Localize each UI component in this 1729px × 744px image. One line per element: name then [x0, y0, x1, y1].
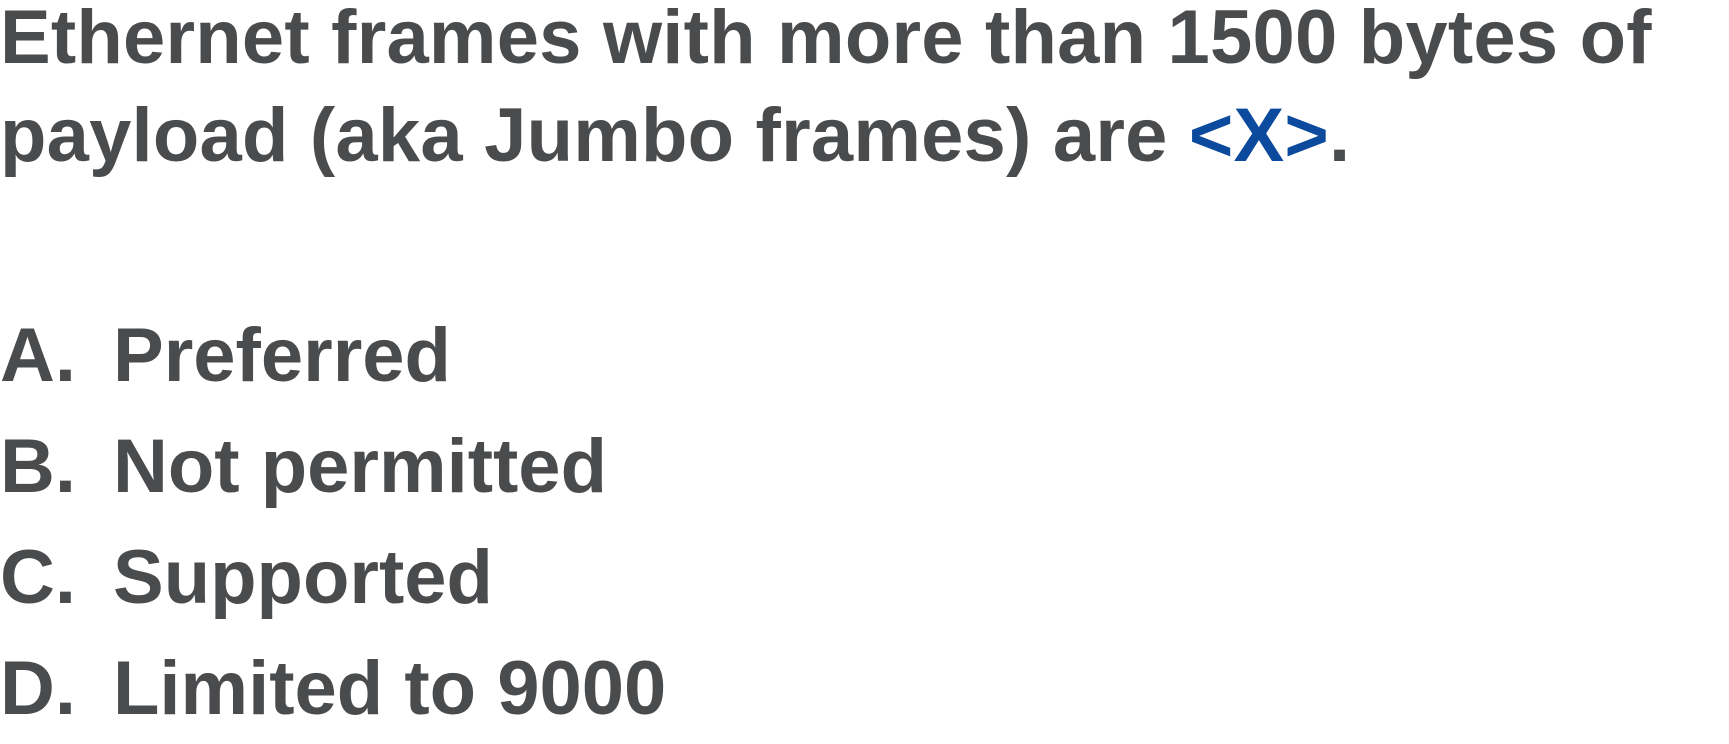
option-letter: B. [0, 424, 76, 509]
answer-option-c[interactable]: C. Supported [0, 522, 666, 633]
question-text: Ethernet frames with more than 1500 byte… [0, 0, 1729, 185]
option-text: Preferred [113, 313, 451, 398]
answer-option-a[interactable]: A. Preferred [0, 300, 666, 411]
option-text: Limited to 9000 [113, 646, 667, 731]
question-end-punctuation: . [1328, 93, 1351, 178]
option-letter: D. [0, 646, 76, 731]
option-text: Not permitted [113, 424, 607, 509]
option-text: Supported [113, 535, 493, 620]
answer-option-b[interactable]: B. Not permitted [0, 411, 666, 522]
answer-option-d[interactable]: D. Limited to 9000 [0, 633, 666, 744]
answer-blank-placeholder: <X> [1188, 93, 1329, 178]
option-letter: A. [0, 313, 76, 398]
question-stem: Ethernet frames with more than 1500 byte… [0, 0, 1652, 178]
option-letter: C. [0, 535, 76, 620]
answer-options-list: A. Preferred B. Not permitted C. Supported … [0, 300, 666, 744]
